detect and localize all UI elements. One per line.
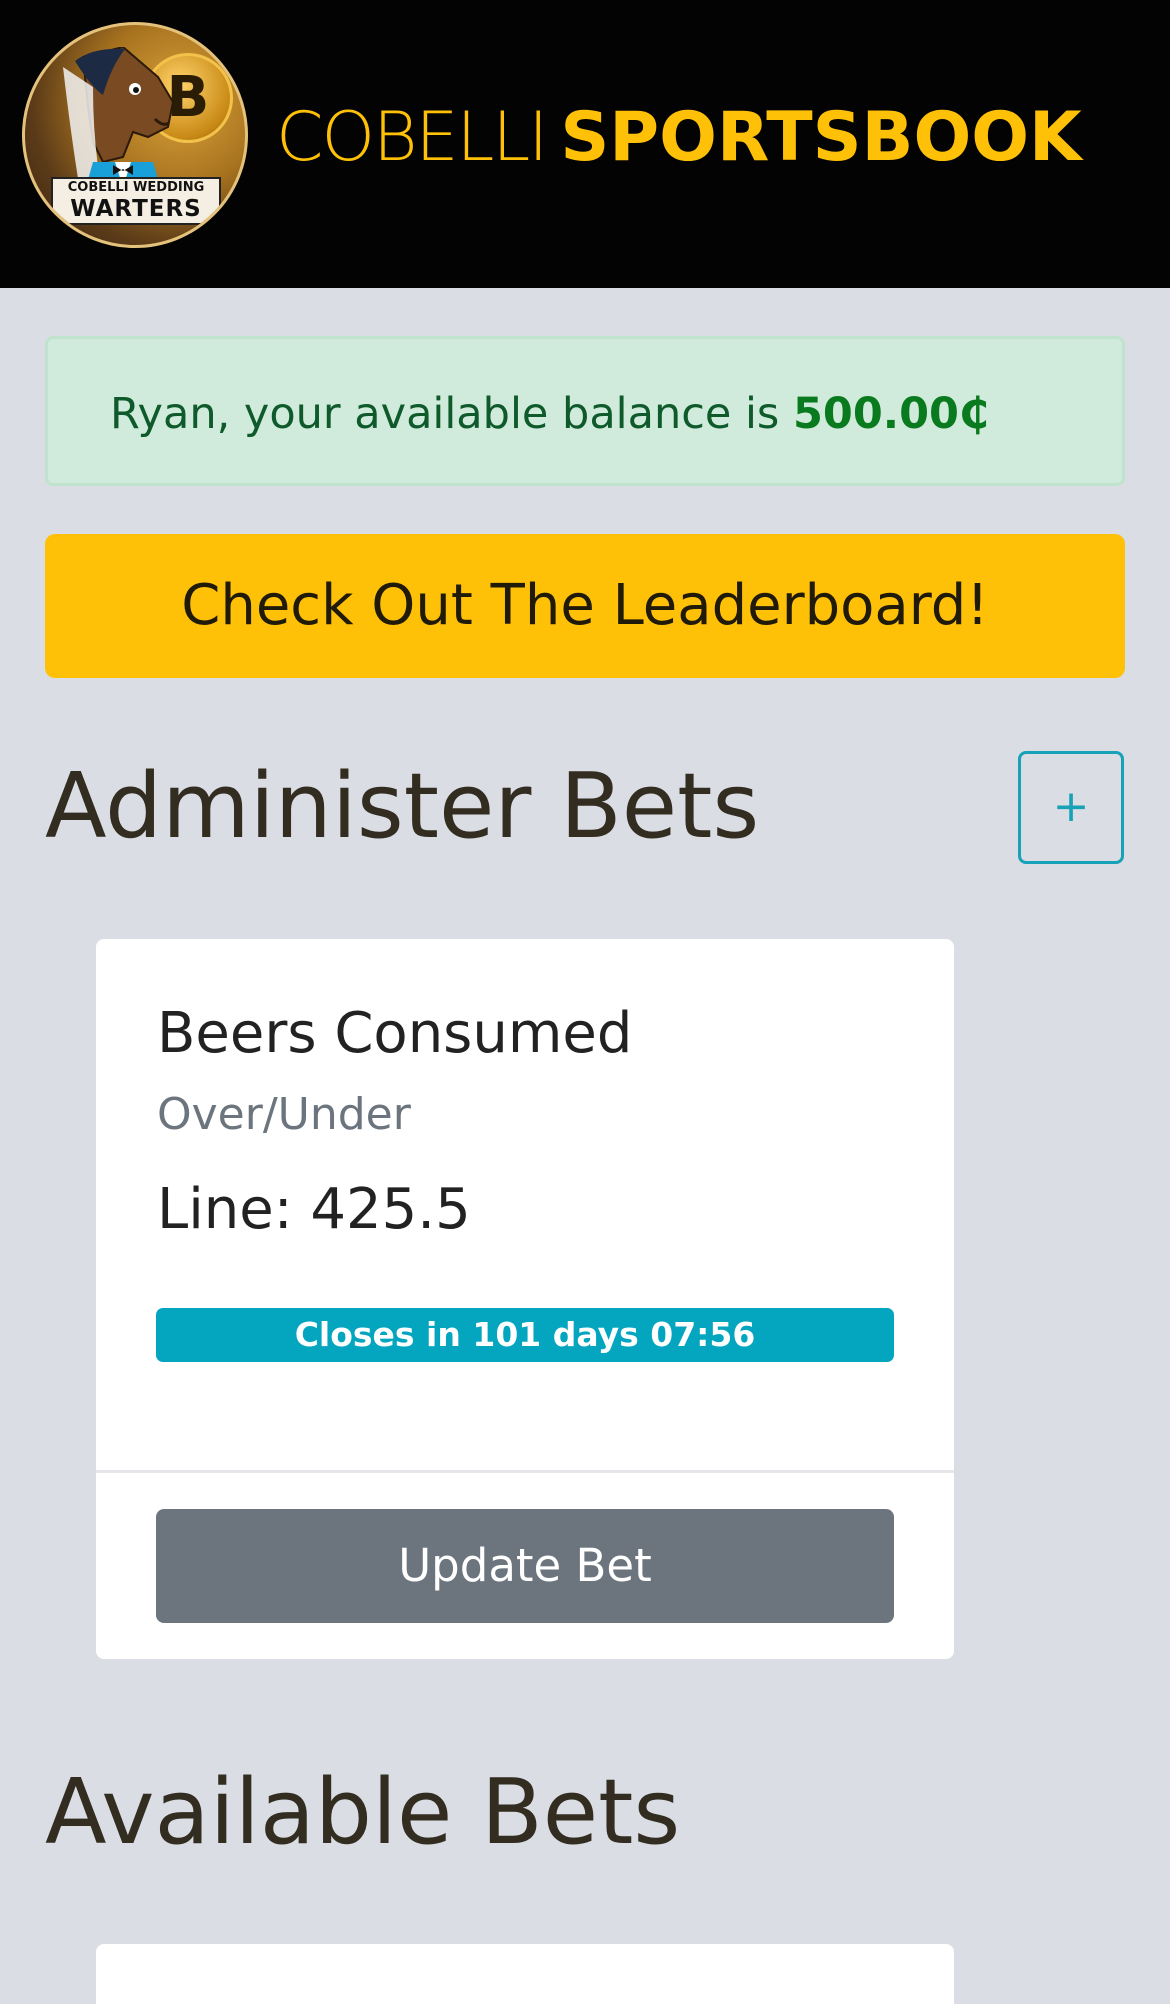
sportsbook-logo[interactable]: B COBELLI WEDDING WARTERS <box>22 22 248 248</box>
logo-banner-line2: WARTERS <box>70 196 202 222</box>
balance-amount: 500.00₵ <box>793 389 989 439</box>
closing-countdown-badge: Closes in 101 days 07:56 <box>156 1308 894 1362</box>
bet-card: Beers Consumed Over/Under Line: 425.5 Cl… <box>96 939 954 1659</box>
available-bet-card <box>96 1944 954 2004</box>
balance-alert-text: Ryan, your available balance is <box>110 389 794 439</box>
bet-line: Line: 425.5 <box>157 1175 471 1245</box>
horse-groom-icon <box>63 47 175 197</box>
available-bets-heading: Available Bets <box>45 1760 681 1865</box>
add-bet-button[interactable]: + <box>1018 751 1124 864</box>
top-header: B COBELLI WEDDING WARTERS COBELLI SPORTSB… <box>0 0 1170 288</box>
logo-banner: COBELLI WEDDING WARTERS <box>51 177 221 225</box>
bet-title: Beers Consumed <box>157 1001 633 1066</box>
plus-icon: + <box>1052 781 1090 832</box>
administer-bets-heading: Administer Bets <box>45 754 760 859</box>
update-bet-button[interactable]: Update Bet <box>156 1509 894 1623</box>
bet-line-value: 425.5 <box>310 1177 471 1242</box>
brand-title[interactable]: COBELLI SPORTSBOOK <box>276 98 1082 178</box>
card-divider <box>96 1470 954 1473</box>
bet-type: Over/Under <box>157 1089 411 1140</box>
brand-light-text: COBELLI <box>276 98 548 177</box>
brand-bold-text: SPORTSBOOK <box>560 98 1082 177</box>
balance-alert: Ryan, your available balance is 500.00₵ <box>45 336 1125 486</box>
bet-line-label: Line: <box>157 1177 311 1242</box>
leaderboard-button[interactable]: Check Out The Leaderboard! <box>45 534 1125 678</box>
logo-banner-line1: COBELLI WEDDING <box>67 180 205 195</box>
